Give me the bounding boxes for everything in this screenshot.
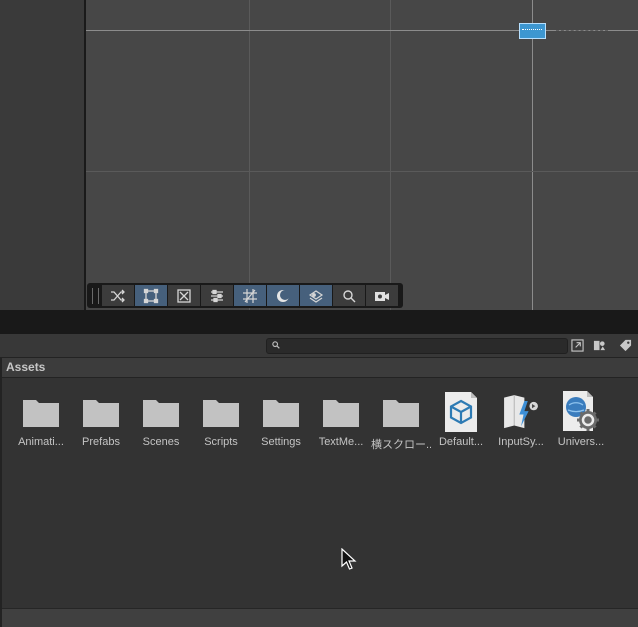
asset-label: Prefabs <box>82 436 120 448</box>
grid-line <box>390 0 391 310</box>
shading-mode-icon <box>277 289 290 302</box>
folder-icon <box>23 400 59 427</box>
sliders-button[interactable] <box>201 285 233 306</box>
search-icon <box>343 289 356 302</box>
render-pipeline-asset-icon <box>563 391 599 431</box>
grid-axis-line <box>532 0 533 310</box>
search-button[interactable] <box>333 285 365 306</box>
breadcrumb: Assets <box>2 358 638 378</box>
asset-label: Animati... <box>18 436 64 448</box>
asset-label: Default... <box>438 436 484 448</box>
grid-line <box>249 0 250 310</box>
layers-icon <box>308 289 324 303</box>
asset-label: Scripts <box>204 436 238 448</box>
project-toolbar <box>0 334 638 358</box>
camera-icon <box>375 291 389 301</box>
grid-line <box>86 171 638 172</box>
breadcrumb-assets[interactable]: Assets <box>6 360 45 374</box>
rect-tool-icon <box>143 288 159 303</box>
editor-window: Assets Animati... Prefabs Scenes Scripts… <box>0 0 638 627</box>
asset-item[interactable]: Animati... <box>11 390 71 454</box>
tag-icon <box>619 339 631 352</box>
asset-label: 横スクロー... <box>371 439 431 451</box>
folder-icon <box>143 400 179 427</box>
hierarchy-panel-edge <box>0 0 84 310</box>
folder-icon <box>203 400 239 427</box>
shuffle-icon <box>111 289 125 302</box>
folder-icon <box>383 400 419 427</box>
layers-button[interactable] <box>300 285 332 306</box>
scene-object-outline <box>556 30 608 37</box>
search-mode-button[interactable] <box>568 337 586 354</box>
grid-snap-button[interactable] <box>234 285 266 306</box>
input-system-asset-icon <box>504 395 538 429</box>
asset-item[interactable]: Scenes <box>131 390 191 454</box>
filter-by-type-button[interactable] <box>590 337 608 354</box>
project-search-box[interactable] <box>266 338 568 354</box>
camera-button[interactable] <box>366 285 398 306</box>
shuffle-button[interactable] <box>102 285 134 306</box>
asset-label: Univers... <box>557 436 605 448</box>
search-icon <box>272 341 280 349</box>
asset-item[interactable]: 横スクロー... <box>371 390 431 454</box>
folder-icon <box>323 400 359 427</box>
asset-label: TextMe... <box>318 436 364 448</box>
project-search-input[interactable] <box>285 339 555 353</box>
shapes-filter-icon <box>593 340 605 351</box>
filter-by-label-button[interactable] <box>616 337 634 354</box>
sliders-icon <box>211 289 223 302</box>
asset-label: Scenes <box>142 436 180 448</box>
folder-icon <box>263 400 299 427</box>
folder-icon <box>83 400 119 427</box>
asset-item[interactable]: Univers... <box>551 390 611 454</box>
scale-tool-icon <box>177 288 191 303</box>
scene-overlay-toolbar <box>87 283 403 308</box>
asset-item[interactable]: Prefabs <box>71 390 131 454</box>
scene-view[interactable] <box>86 0 638 310</box>
asset-item[interactable]: Default... <box>431 390 491 454</box>
toolbar-grip-handle[interactable] <box>92 288 99 304</box>
project-footer-bar <box>2 608 638 627</box>
scene-sprite-object[interactable] <box>519 23 546 39</box>
rect-tool-button[interactable] <box>135 285 167 306</box>
asset-item[interactable]: Scripts <box>191 390 251 454</box>
open-external-icon <box>570 339 584 352</box>
shading-mode-button[interactable] <box>267 285 299 306</box>
assets-grid[interactable]: Animati... Prefabs Scenes Scripts Settin… <box>2 378 638 608</box>
package-cube-icon <box>445 392 477 432</box>
mouse-cursor-icon <box>341 548 357 570</box>
asset-item[interactable]: TextMe... <box>311 390 371 454</box>
panel-tab-bar <box>0 310 638 334</box>
asset-item[interactable]: InputSy... <box>491 390 551 454</box>
asset-label: Settings <box>261 436 301 448</box>
asset-item[interactable]: Settings <box>251 390 311 454</box>
scale-tool-button[interactable] <box>168 285 200 306</box>
asset-label: InputSy... <box>498 436 544 448</box>
grid-snap-icon <box>243 288 257 303</box>
